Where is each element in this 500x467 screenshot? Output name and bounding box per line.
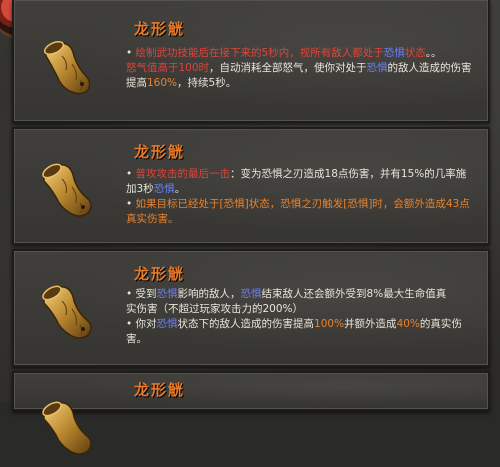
- item-title: 龙形觥: [134, 381, 186, 399]
- item-card-2: 龙形觥 • 普攻攻击的最后一击：变为恐惧之刃造成18点伤害，并有15%的几率施 …: [12, 127, 490, 245]
- item-card-3: 龙形觥 • 受到恐惧影响的敌人，恐惧结束敌人还会额外受到8%最大生命值真 实伤害…: [12, 249, 490, 367]
- item-description: • 绘制武功技能后在接下来的5秒内，视所有敌人都处于恐惧状态。。 怒气值高于10…: [126, 46, 476, 91]
- desc-line: 加3秒恐惧。: [126, 183, 186, 195]
- desc-line: • 普攻攻击的最后一击：变为恐惧之刃造成18点伤害，并有15%的几率施: [126, 168, 467, 180]
- dragon-horn-cup-icon: [32, 155, 102, 225]
- dragon-horn-cup-icon: [32, 34, 102, 104]
- item-card-4: 龙形觥: [12, 371, 490, 455]
- item-card-1: 龙形觥 • 绘制武功技能后在接下来的5秒内，视所有敌人都处于恐惧状态。。 怒气值…: [12, 0, 490, 123]
- item-title: 龙形觥: [134, 265, 186, 283]
- desc-line: 实伤害（不超过玩家攻击力的200%）: [126, 303, 304, 315]
- desc-line: • 你对恐惧状态下的敌人造成的伤害提高100%并额外造成40%的真实伤: [126, 318, 462, 330]
- desc-line: 害。: [126, 333, 147, 345]
- desc-line: 提高160%，持续5秒。: [126, 77, 237, 89]
- desc-line: • 如果目标已经处于[恐惧]状态，恐惧之刃触发[恐惧]时，会额外造成43点: [126, 198, 470, 210]
- desc-line: • 绘制武功技能后在接下来的5秒内，视所有敌人都处于恐惧状态。。: [126, 47, 442, 59]
- dragon-horn-cup-icon: [32, 277, 102, 347]
- desc-line: 真实伤害。: [126, 213, 179, 225]
- item-title: 龙形觥: [134, 20, 186, 38]
- item-title: 龙形觥: [134, 143, 186, 161]
- item-description: • 普攻攻击的最后一击：变为恐惧之刃造成18点伤害，并有15%的几率施 加3秒恐…: [126, 167, 476, 227]
- desc-line: • 受到恐惧影响的敌人，恐惧结束敌人还会额外受到8%最大生命值真: [126, 288, 447, 300]
- item-description: • 受到恐惧影响的敌人，恐惧结束敌人还会额外受到8%最大生命值真 实伤害（不超过…: [126, 287, 476, 347]
- desc-line: 怒气值高于100时，自动消耗全部怒气，使你对处于恐惧的敌人造成的伤害: [126, 62, 472, 74]
- dragon-horn-cup-icon: [32, 393, 102, 463]
